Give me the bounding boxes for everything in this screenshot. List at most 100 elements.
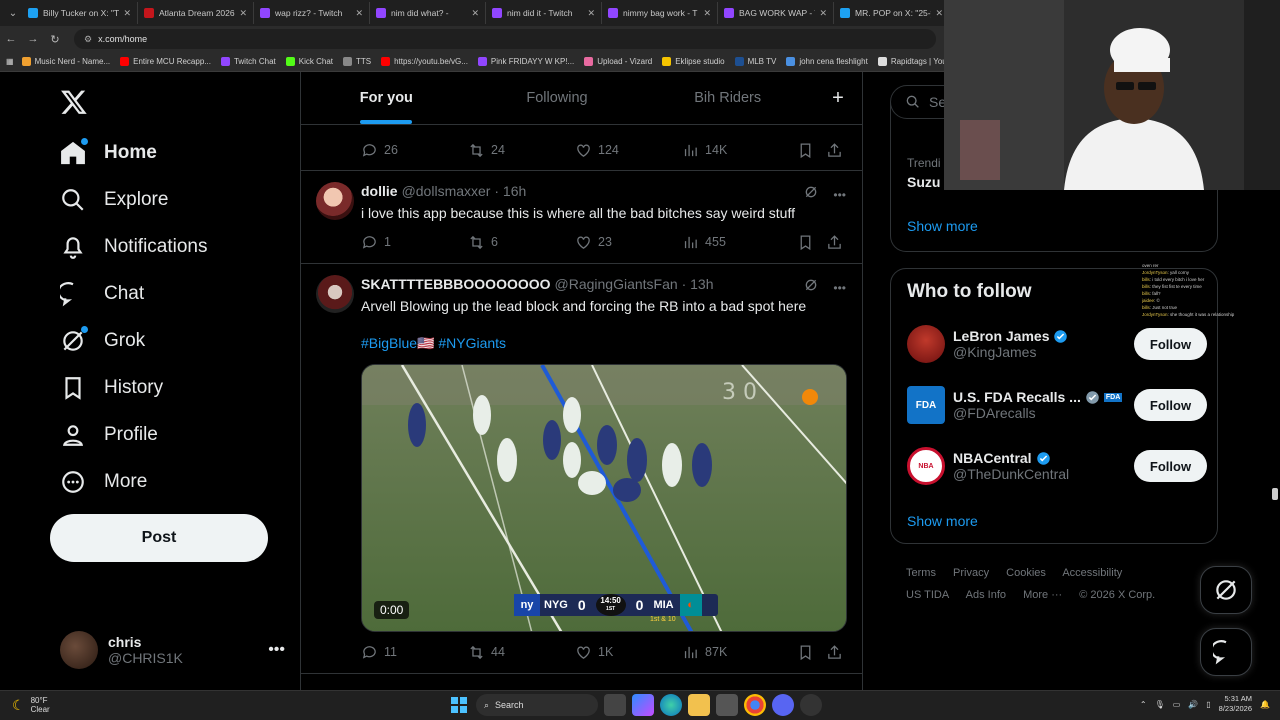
notification-bell-icon[interactable]: 🔔: [1260, 700, 1270, 709]
url-bar[interactable]: ⚙ x.com/home: [74, 29, 936, 49]
site-info-icon[interactable]: ⚙: [84, 34, 92, 45]
obs-icon[interactable]: [800, 694, 822, 716]
tweet-hashtags[interactable]: #BigBlue🇺🇸 #NYGiants: [361, 335, 506, 352]
tweet-video[interactable]: 3 0 ny NYG 0 14:50 1ST 0 MIA ◐ 1st & 10 …: [361, 364, 847, 632]
views-button[interactable]: 455: [682, 234, 797, 251]
browser-tab[interactable]: BAG WORK WAP - Tw ✕: [718, 2, 834, 24]
messages-fab[interactable]: [1200, 628, 1252, 676]
follow-button[interactable]: Follow: [1134, 389, 1207, 421]
reply-button[interactable]: 11: [361, 644, 468, 661]
bookmark-item[interactable]: MLB TV: [734, 57, 776, 66]
footer-link[interactable]: Cookies: [1006, 567, 1046, 579]
browser-tab[interactable]: Atlanta Dream 2026 ✕: [138, 2, 254, 24]
store-icon[interactable]: [716, 694, 738, 716]
network-icon[interactable]: ▭: [1173, 700, 1181, 709]
browser-tab[interactable]: MR. POP on X: "25-y ✕: [834, 2, 950, 24]
like-button[interactable]: 124: [575, 142, 682, 159]
follow-button[interactable]: Follow: [1134, 450, 1207, 482]
nav-grok[interactable]: Grok: [60, 321, 145, 361]
chevron-up-icon[interactable]: ⌃: [1140, 700, 1147, 709]
more-horizontal-icon[interactable]: •••: [833, 188, 846, 202]
clock[interactable]: 5:31 AM 8/23/2026: [1219, 694, 1252, 714]
grok-icon[interactable]: [803, 184, 819, 205]
apps-icon[interactable]: ▦: [6, 57, 14, 66]
x-logo-icon[interactable]: [60, 88, 88, 116]
tweet-author-name[interactable]: dollie: [361, 183, 398, 199]
bookmark-item[interactable]: https://youtu.be/vG...: [381, 57, 468, 66]
tweet-author-handle[interactable]: @dollsmaxxer · 16h: [402, 183, 527, 199]
reply-button[interactable]: 1: [361, 234, 468, 251]
file-explorer-icon[interactable]: [688, 694, 710, 716]
close-icon[interactable]: ✕: [471, 8, 479, 19]
close-icon[interactable]: ✕: [239, 8, 247, 19]
bookmark-item[interactable]: Pink FRIDAYY W KP!...: [477, 57, 574, 66]
taskbar-search[interactable]: ⌕ Search: [476, 694, 598, 716]
bookmark-item[interactable]: Music Nerd - Name...: [21, 57, 110, 66]
discord-icon[interactable]: [772, 694, 794, 716]
show-more-trends[interactable]: Show more: [907, 218, 978, 234]
grok-icon[interactable]: [803, 277, 819, 298]
footer-link[interactable]: Ads Info: [966, 589, 1006, 601]
footer-link[interactable]: US TIDA: [906, 589, 949, 601]
bookmark-item[interactable]: Eklipse studio: [662, 57, 725, 66]
bookmark-item[interactable]: Kick Chat: [285, 57, 333, 66]
weather-widget[interactable]: ☾ 80°F Clear: [12, 696, 50, 714]
browser-tab[interactable]: wap rizz? - Twitch ✕: [254, 2, 370, 24]
more-horizontal-icon[interactable]: •••: [833, 281, 846, 295]
bookmark-item[interactable]: Twitch Chat: [220, 57, 276, 66]
footer-link[interactable]: Privacy: [953, 567, 989, 579]
reply-button[interactable]: 26: [361, 142, 468, 159]
share-button[interactable]: [826, 234, 849, 251]
tab-search-icon[interactable]: ⌄: [4, 4, 22, 22]
like-button[interactable]: 23: [575, 234, 682, 251]
footer-link[interactable]: Accessibility: [1062, 567, 1122, 579]
like-button[interactable]: 1K: [575, 644, 682, 661]
repost-button[interactable]: 24: [468, 142, 575, 159]
browser-tab[interactable]: nim did what? - ✕: [370, 2, 486, 24]
close-icon[interactable]: ✕: [123, 8, 131, 19]
bookmark-item[interactable]: TTS: [342, 57, 371, 66]
repost-button[interactable]: 6: [468, 234, 575, 251]
battery-icon[interactable]: ▯: [1206, 700, 1210, 709]
bookmark-item[interactable]: Entire MCU Recapp...: [120, 57, 211, 66]
bookmark-item[interactable]: Rapidtags | YouTub...: [877, 57, 944, 66]
tweet-author-name[interactable]: SKATTTTEBBBOOOOOOOO: [361, 276, 551, 292]
suggestion-row[interactable]: FDA U.S. FDA Recalls ... FDA @FDArecalls …: [907, 380, 1207, 430]
more-horizontal-icon[interactable]: •••: [268, 641, 285, 659]
nav-home[interactable]: Home: [60, 133, 157, 173]
add-tab-button[interactable]: +: [813, 72, 862, 124]
post-button[interactable]: Post: [50, 514, 268, 562]
bookmark-button[interactable]: [797, 142, 826, 159]
scrollbar-thumb[interactable]: [1272, 488, 1278, 500]
tweet-author-handle[interactable]: @RagingGiantsFan · 13h: [555, 276, 714, 292]
close-icon[interactable]: ✕: [935, 8, 943, 19]
footer-link[interactable]: More ···: [1023, 589, 1062, 601]
show-more-follow[interactable]: Show more: [907, 513, 978, 529]
nav-notifications[interactable]: Notifications: [60, 227, 208, 267]
close-icon[interactable]: ✕: [587, 8, 595, 19]
account-switcher[interactable]: chris @CHRIS1K •••: [60, 628, 285, 672]
tweet-avatar[interactable]: [316, 182, 354, 220]
close-icon[interactable]: ✕: [819, 8, 827, 19]
bookmark-item[interactable]: Upload - Vizard: [584, 57, 652, 66]
tweet-avatar[interactable]: [316, 275, 354, 313]
share-button[interactable]: [826, 142, 849, 159]
share-button[interactable]: [826, 644, 849, 661]
edge-icon[interactable]: [660, 694, 682, 716]
views-button[interactable]: 87K: [682, 644, 797, 661]
browser-tab[interactable]: Billy Tucker on X: "Th ✕: [22, 2, 138, 24]
nav-explore[interactable]: Explore: [60, 180, 168, 220]
nav-profile[interactable]: Profile: [60, 415, 158, 455]
suggestion-row[interactable]: NBA NBACentral @TheDunkCentral Follow: [907, 441, 1207, 491]
bookmark-item[interactable]: john cena fleshlight: [786, 57, 868, 66]
tab-bih-riders[interactable]: Bih Riders: [642, 72, 813, 124]
grok-fab[interactable]: [1200, 566, 1252, 614]
close-icon[interactable]: ✕: [355, 8, 363, 19]
nav-chat[interactable]: Chat: [57, 274, 144, 314]
forward-icon[interactable]: →: [22, 33, 44, 45]
repost-button[interactable]: 44: [468, 644, 575, 661]
browser-tab[interactable]: nimmy bag work - T ✕: [602, 2, 718, 24]
reload-icon[interactable]: ↻: [44, 33, 66, 46]
copilot-icon[interactable]: [632, 694, 654, 716]
nav-more[interactable]: More: [60, 462, 147, 502]
